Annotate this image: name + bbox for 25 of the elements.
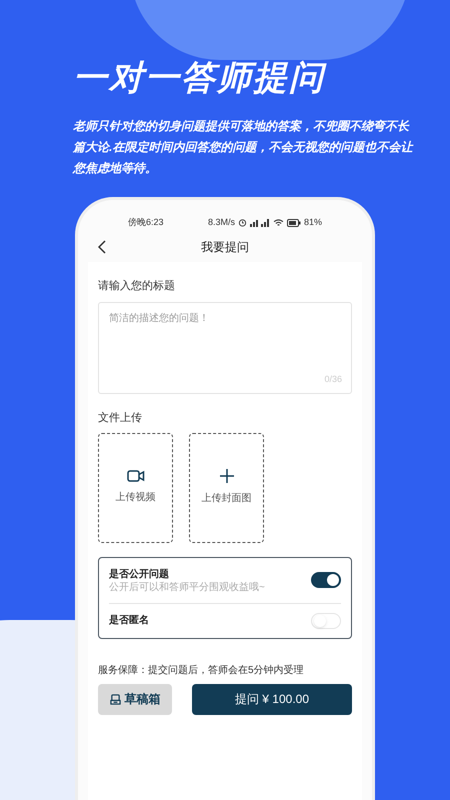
field-label: 请输入您的标题 bbox=[98, 278, 176, 294]
toggle-switch[interactable] bbox=[311, 612, 341, 628]
drafts-button[interactable]: 草稿箱 bbox=[98, 684, 172, 714]
network-speed: 8.3M/s bbox=[208, 216, 235, 229]
wifi-icon bbox=[272, 218, 284, 227]
upload-tile[interactable]: 上传视频 bbox=[98, 432, 173, 542]
headline: 一对一答师提问 bbox=[73, 58, 328, 98]
battery-icon bbox=[286, 218, 301, 227]
toggle-switch[interactable] bbox=[311, 572, 341, 588]
alarm-icon bbox=[238, 218, 247, 228]
video-camera-icon bbox=[126, 470, 144, 482]
battery-level: 81% bbox=[304, 216, 322, 229]
section-label: 文件上传 bbox=[98, 410, 143, 426]
option-label: 是否公开问题 bbox=[109, 568, 170, 582]
upload-tile[interactable]: 上传封面图 bbox=[189, 432, 264, 542]
option-label: 是否匿名 bbox=[109, 614, 149, 628]
plus-icon bbox=[220, 469, 234, 483]
signal-icon bbox=[250, 218, 270, 227]
service-guarantee-text: 服务保障：提交问题后，答师会在5分钟内受理 bbox=[98, 664, 305, 678]
submit-question-button[interactable]: 提问 ¥ 100.00 bbox=[192, 684, 352, 714]
status-time: 傍晚6:23 bbox=[128, 216, 164, 229]
option-hint: 公开后可以和答师平分围观收益哦~ bbox=[109, 582, 265, 594]
inbox-icon bbox=[110, 694, 120, 704]
page-title: 我要提问 bbox=[201, 238, 249, 256]
intro-text: 老师只针对您的切身问题提供可落地的答案，不兜圈不绕弯不长篇大论.在限定时间内回答您的问题，不会无视您的问题也不会让您焦虑地等待。 bbox=[73, 118, 413, 177]
